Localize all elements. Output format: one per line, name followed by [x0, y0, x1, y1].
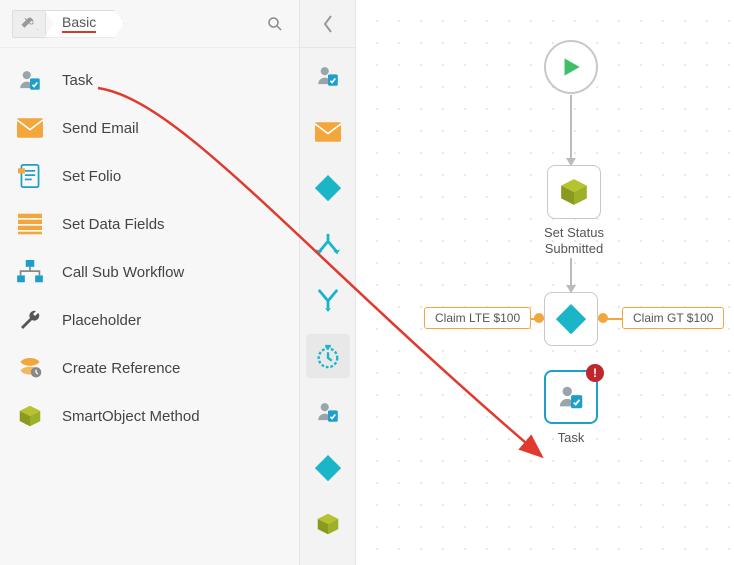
sidebar-item-label: Placeholder [62, 312, 141, 329]
sidebar-item-label: Set Data Fields [62, 216, 165, 233]
toolstrip [300, 0, 356, 565]
toolstrip-task-alt[interactable] [306, 390, 350, 434]
toolstrip-decision[interactable] [306, 166, 350, 210]
decision-icon [315, 175, 341, 201]
sidebar-item-call-sub-workflow[interactable]: Call Sub Workflow [0, 248, 299, 296]
sidebar-item-label: Call Sub Workflow [62, 264, 184, 281]
toolstrip-split[interactable] [306, 222, 350, 266]
set-status-node[interactable]: Set Status Submitted [544, 165, 604, 258]
node-label: Task [558, 430, 585, 446]
merge-icon [315, 288, 341, 312]
collapse-sidebar-button[interactable] [300, 0, 355, 48]
sidebar-item-send-email[interactable]: Send Email [0, 104, 299, 152]
sidebar-header: Basic [0, 0, 299, 48]
folio-icon [16, 162, 44, 190]
split-icon [315, 232, 341, 256]
sidebar-item-task[interactable]: Task [0, 56, 299, 104]
sidebar-item-label: SmartObject Method [62, 408, 200, 425]
workflow-canvas[interactable]: Set Status Submitted Claim LTE $100 Clai… [356, 0, 734, 565]
task-icon [16, 66, 44, 94]
play-icon [558, 54, 584, 80]
smartobject-icon [16, 402, 44, 430]
task-icon [556, 382, 586, 412]
node-label: Set Status Submitted [544, 225, 604, 258]
smartobject-icon [316, 512, 340, 536]
error-badge: ! [586, 364, 604, 382]
toolbox-sidebar: Basic Task Send Email [0, 0, 300, 565]
start-node[interactable] [544, 40, 598, 94]
sidebar-item-label: Task [62, 72, 93, 89]
edge-start-to-setstatus [570, 95, 572, 165]
decision-icon [315, 455, 341, 481]
breadcrumb-current[interactable]: Basic [44, 10, 124, 38]
email-icon [16, 114, 44, 142]
breadcrumb-root[interactable] [12, 10, 46, 38]
toolstrip-timer[interactable] [306, 334, 350, 378]
sidebar-item-placeholder[interactable]: Placeholder [0, 296, 299, 344]
branch-right-dot [598, 313, 608, 323]
reference-icon [16, 354, 44, 382]
branch-left-dot [534, 313, 544, 323]
task-icon [315, 63, 341, 89]
datafields-icon [16, 210, 44, 238]
sidebar-item-label: Send Email [62, 120, 139, 137]
timer-icon [315, 343, 341, 369]
branch-right-pill[interactable]: Claim GT $100 [622, 307, 724, 329]
task-icon [315, 399, 341, 425]
breadcrumb-current-label: Basic [62, 14, 96, 33]
breadcrumb: Basic [12, 10, 255, 38]
branch-label: Claim GT $100 [633, 311, 713, 325]
sidebar-item-label: Set Folio [62, 168, 121, 185]
wrench-icon [16, 306, 44, 334]
decision-node[interactable] [544, 292, 598, 346]
tools-icon [20, 15, 38, 33]
sidebar-item-smartobject-method[interactable]: SmartObject Method [0, 392, 299, 440]
search-icon [266, 15, 284, 33]
branch-label: Claim LTE $100 [435, 311, 520, 325]
edge-setstatus-to-decision [570, 258, 572, 292]
subworkflow-icon [16, 258, 44, 286]
toolstrip-merge[interactable] [306, 278, 350, 322]
sidebar-item-create-reference[interactable]: Create Reference [0, 344, 299, 392]
chevron-left-icon [321, 14, 335, 34]
toolstrip-smartobject[interactable] [306, 502, 350, 546]
toolstrip-decision-alt[interactable] [306, 446, 350, 490]
sidebar-item-label: Create Reference [62, 360, 180, 377]
smartobject-icon [559, 177, 589, 207]
decision-icon [556, 304, 586, 334]
email-icon [315, 122, 341, 142]
branch-left-pill[interactable]: Claim LTE $100 [424, 307, 531, 329]
sidebar-item-set-folio[interactable]: Set Folio [0, 152, 299, 200]
task-node[interactable]: ! Task [544, 370, 598, 446]
toolstrip-task[interactable] [306, 54, 350, 98]
sidebar-item-set-data-fields[interactable]: Set Data Fields [0, 200, 299, 248]
search-button[interactable] [263, 12, 287, 36]
toolstrip-email[interactable] [306, 110, 350, 154]
toolbox-list: Task Send Email Set Folio Set Data Field… [0, 48, 299, 448]
